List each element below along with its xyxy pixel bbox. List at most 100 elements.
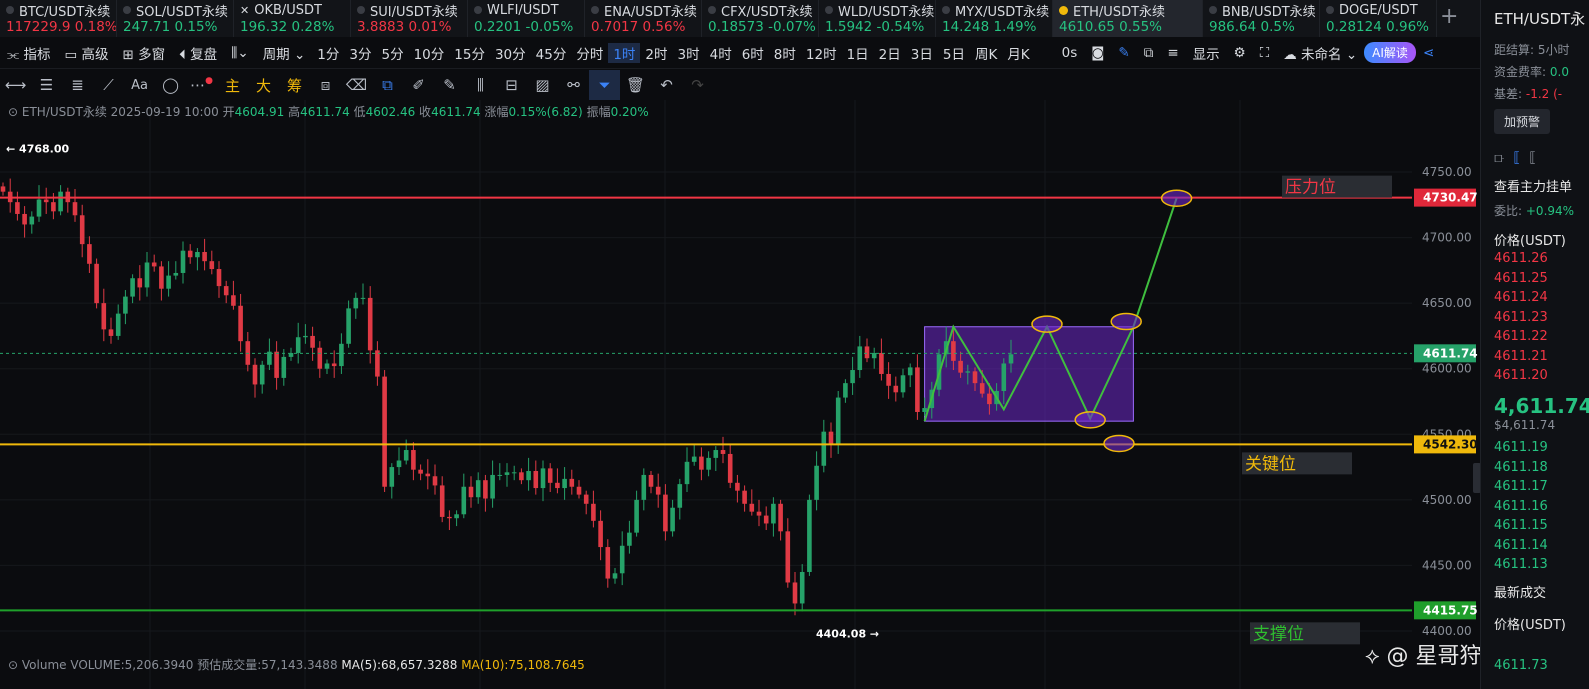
interval-7[interactable]: 分时 — [571, 43, 608, 63]
interval-17[interactable]: 3日 — [906, 43, 938, 63]
chip-button[interactable]: 筹 — [279, 75, 310, 96]
interval-8[interactable]: 1时 — [608, 42, 641, 63]
interval-13[interactable]: 8时 — [769, 43, 801, 63]
main-indicator-button[interactable]: 主 — [217, 75, 248, 96]
add-tab-icon[interactable]: + — [1440, 4, 1458, 29]
list-icon[interactable]: ≡ — [1160, 45, 1185, 61]
symbol-tab[interactable]: SUI/USDT永续 3.8883 0.01% — [351, 0, 468, 37]
marker-ellipse[interactable] — [1103, 434, 1135, 453]
interval-10[interactable]: 3时 — [673, 43, 705, 63]
big-order-button[interactable]: 大 — [248, 75, 279, 96]
symbol-tab[interactable]: ETH/USDT永续 4610.65 0.55% — [1053, 0, 1203, 37]
symbol-tab[interactable]: MYX/USDT永续 14.248 1.49% — [936, 0, 1053, 37]
interval-15[interactable]: 1日 — [842, 43, 874, 63]
ask-row[interactable]: 4611.22 — [1494, 329, 1548, 344]
bid-row[interactable]: 4611.18 — [1494, 460, 1548, 475]
interval-16[interactable]: 2日 — [874, 43, 906, 63]
ask-row[interactable]: 4611.26 — [1494, 251, 1548, 266]
bid-row[interactable]: 4611.19 — [1494, 440, 1548, 455]
display-button[interactable]: 显示 — [1186, 43, 1227, 63]
marker-ellipse[interactable] — [1110, 312, 1142, 331]
settings-icon[interactable]: ⚙ — [1227, 45, 1253, 61]
range-box[interactable] — [924, 326, 1134, 422]
fullscreen-icon[interactable]: ⛶ — [1253, 45, 1276, 61]
cloud-layout-button[interactable]: ☁ 未命名 ⌄ — [1276, 43, 1364, 63]
symbol-tab[interactable]: CFX/USDT永续 0.18573 -0.07% — [702, 0, 819, 37]
close-icon[interactable]: ✕ — [240, 4, 249, 17]
price-chart[interactable]: 压力位关键位支撑位4750.004700.004650.004600.00455… — [0, 100, 1480, 689]
interval-20[interactable]: 月K — [1002, 43, 1034, 63]
advanced-button[interactable]: ▭ 高级 — [57, 43, 115, 63]
interval-18[interactable]: 5日 — [938, 43, 970, 63]
camera-icon[interactable]: ◙ — [1084, 45, 1111, 61]
interval-4[interactable]: 15分 — [449, 43, 490, 63]
fib-icon[interactable]: ≣ — [62, 76, 93, 94]
view-main-orders[interactable]: 查看主力挂单 — [1494, 176, 1572, 195]
symbol-tab[interactable]: WLFI/USDT 0.2201 -0.05% — [468, 0, 585, 37]
undo-icon[interactable]: ↶ — [651, 76, 682, 94]
redo-icon[interactable]: ↷ — [682, 76, 713, 94]
volume-collapse-icon[interactable]: ⊙ — [8, 658, 18, 672]
collapse-icon[interactable]: ⊙ — [8, 105, 18, 119]
compare-icon[interactable]: ⫼ — [465, 76, 496, 94]
copy-icon[interactable]: ⧉ — [372, 76, 403, 94]
symbol-tab[interactable]: BTC/USDT永续 117229.9 0.18% — [0, 0, 117, 37]
multi-window-button[interactable]: ⊞ 多窗 — [116, 43, 173, 63]
symbol-tab[interactable]: ENA/USDT永续 0.7017 0.56% — [585, 0, 702, 37]
ask-row[interactable]: 4611.20 — [1494, 368, 1548, 383]
layout-icon[interactable]: ⧉ — [1137, 45, 1161, 61]
interval-2[interactable]: 5分 — [376, 43, 408, 63]
symbol-tab[interactable]: BNB/USDT永续 986.64 0.5% — [1203, 0, 1320, 37]
parallel-lines-icon[interactable]: ☰ — [31, 76, 62, 94]
symbol-tab[interactable]: ✕ OKB/USDT 196.32 0.28% — [234, 0, 351, 37]
interval-0[interactable]: 1分 — [312, 43, 344, 63]
eraser-icon[interactable]: ⌫ — [341, 76, 372, 94]
indicator-button[interactable]: ⫘ 指标 — [0, 43, 57, 63]
magnet-icon[interactable]: ⧈ — [310, 76, 341, 94]
filter-icon[interactable]: ⏷ — [589, 70, 620, 100]
interval-14[interactable]: 12时 — [801, 43, 842, 63]
symbol-tab[interactable]: WLD/USDT永续 1.5942 -0.54% — [819, 0, 936, 37]
brush-icon[interactable]: ✎ — [434, 76, 465, 94]
interval-1[interactable]: 3分 — [344, 43, 376, 63]
interval-12[interactable]: 6时 — [737, 43, 769, 63]
symbol-tab[interactable]: SOL/USDT永续 247.71 0.15% — [117, 0, 234, 37]
interval-19[interactable]: 周K — [970, 43, 1002, 63]
interval-3[interactable]: 10分 — [409, 43, 450, 63]
trash-icon[interactable]: 🗑 — [620, 76, 651, 94]
symbol-tab[interactable]: DOGE/USDT 0.28124 0.96% — [1320, 0, 1437, 37]
edit-icon[interactable]: ▨ — [527, 76, 558, 94]
book-view-icons[interactable]: ⟥ ⟦ ⟦ — [1494, 150, 1536, 166]
replay-button[interactable]: ⏴ 复盘 — [172, 43, 224, 63]
ask-row[interactable]: 4611.21 — [1494, 349, 1548, 364]
trend-line-icon[interactable]: ⟋ — [93, 76, 124, 94]
ask-row[interactable]: 4611.24 — [1494, 290, 1548, 305]
more-tools-icon[interactable]: ⋯● — [186, 76, 217, 94]
add-alert-button[interactable]: 加预警 — [1494, 109, 1551, 134]
bid-row[interactable]: 4611.17 — [1494, 479, 1548, 494]
share-icon[interactable]: ⋖ — [1416, 45, 1441, 61]
link-icon[interactable]: ⚯ — [558, 76, 589, 94]
chart-type-icon[interactable]: ⫼⌄ — [224, 45, 256, 61]
ai-button[interactable]: AI解读 — [1364, 42, 1416, 63]
interval-11[interactable]: 4时 — [705, 43, 737, 63]
bid-row[interactable]: 4611.13 — [1494, 557, 1548, 572]
ask-row[interactable]: 4611.23 — [1494, 310, 1548, 325]
bid-row[interactable]: 4611.15 — [1494, 518, 1548, 533]
ruler-icon[interactable]: ✐ — [403, 76, 434, 94]
ellipse-tool-icon[interactable]: ◯ — [155, 76, 186, 94]
interval-6[interactable]: 45分 — [531, 43, 572, 63]
marker-ellipse[interactable] — [1031, 315, 1063, 333]
text-tool-icon[interactable]: Aa — [124, 78, 155, 93]
pen-icon[interactable]: ✎ — [1111, 45, 1136, 61]
marker-ellipse[interactable] — [1160, 189, 1193, 207]
bid-row[interactable]: 4611.16 — [1494, 499, 1548, 514]
horizontal-line-icon[interactable]: ⟷ — [0, 76, 31, 94]
period-dropdown[interactable]: 周期 ⌄ — [256, 43, 313, 63]
ask-row[interactable]: 4611.25 — [1494, 271, 1548, 286]
bid-row[interactable]: 4611.14 — [1494, 538, 1548, 553]
lock-icon[interactable]: ⊟ — [496, 76, 527, 94]
marker-ellipse[interactable] — [1074, 411, 1106, 429]
interval-5[interactable]: 30分 — [490, 43, 531, 63]
interval-9[interactable]: 2时 — [640, 43, 672, 63]
